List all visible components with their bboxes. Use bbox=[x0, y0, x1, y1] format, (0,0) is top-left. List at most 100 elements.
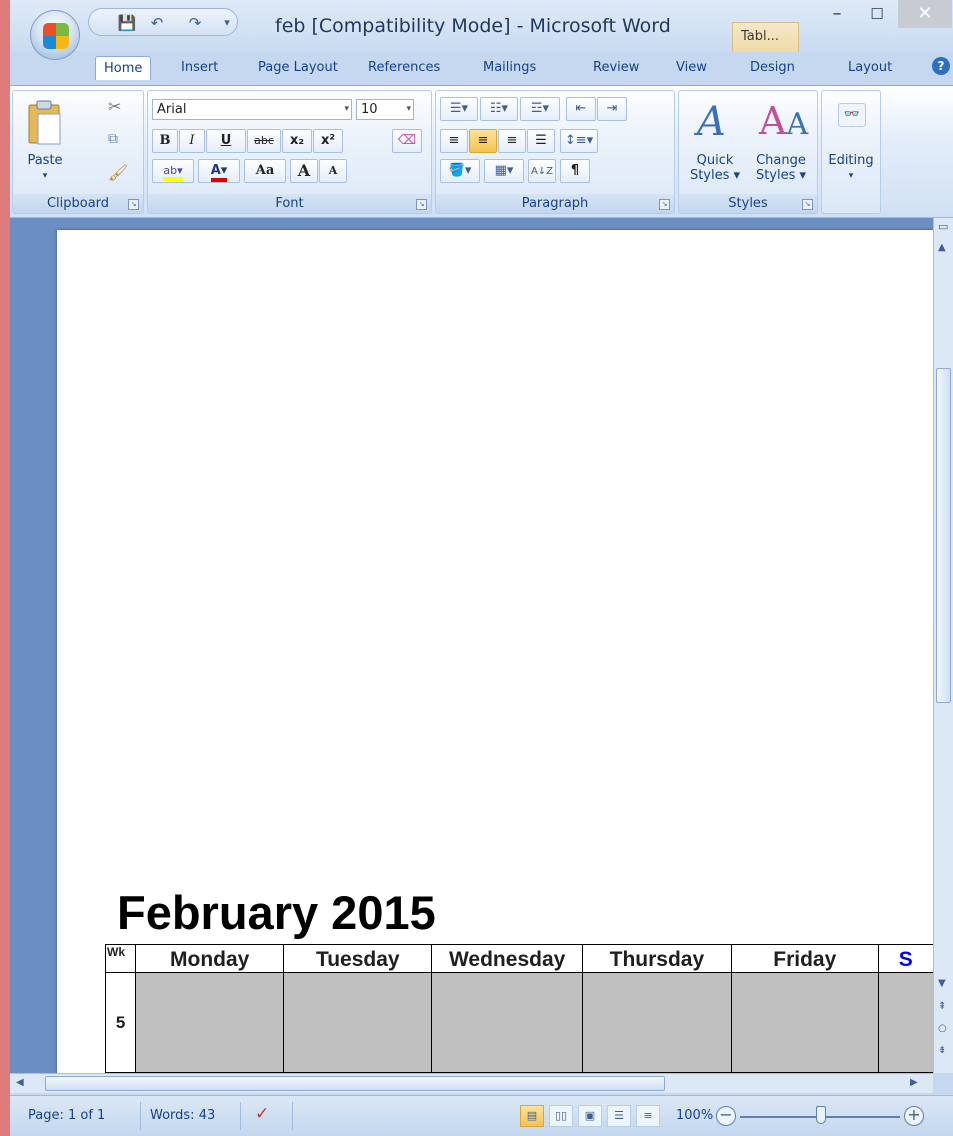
ribbon: Paste ▾ ✂ ⧉ 🖌 Clipboard ↘ Arial ▾ 10 ▾ B I… bbox=[10, 85, 953, 218]
paragraph-launcher-icon[interactable]: ↘ bbox=[659, 199, 670, 210]
underline-button[interactable]: U bbox=[206, 129, 246, 153]
page-count-status[interactable]: Page: 1 of 1 bbox=[28, 1108, 105, 1123]
tab-design[interactable]: Design bbox=[750, 60, 795, 75]
justify-button[interactable]: ☰ bbox=[527, 129, 555, 153]
vertical-scroll-thumb[interactable] bbox=[936, 368, 951, 703]
numbered-list-icon: ☷▾ bbox=[489, 101, 509, 116]
office-button[interactable] bbox=[30, 10, 80, 60]
day-cell[interactable] bbox=[135, 972, 285, 1073]
font-color-button[interactable]: A▾ bbox=[198, 159, 240, 183]
group-styles: A Quick Styles ▾ AA Change Styles ▾ Styl… bbox=[678, 90, 818, 214]
increase-indent-button[interactable]: ⇥ bbox=[597, 97, 627, 121]
context-tab-table-tools[interactable]: Tabl... bbox=[732, 22, 799, 52]
word-count-status[interactable]: Words: 43 bbox=[150, 1108, 215, 1123]
highlight-button[interactable]: ab▾ bbox=[152, 159, 194, 183]
borders-button[interactable]: ▦▾ bbox=[484, 159, 524, 183]
undo-icon[interactable]: ↶ bbox=[147, 13, 167, 33]
horizontal-scroll-thumb[interactable] bbox=[45, 1076, 665, 1091]
day-cell[interactable] bbox=[581, 972, 732, 1073]
paste-button[interactable]: Paste ▾ bbox=[19, 97, 71, 185]
day-cell[interactable] bbox=[877, 972, 933, 1073]
draft-icon[interactable]: ≡ bbox=[636, 1105, 660, 1127]
cut-icon[interactable]: ✂ bbox=[108, 97, 121, 116]
font-family-select[interactable]: Arial ▾ bbox=[152, 99, 352, 120]
close-button[interactable]: ✕ bbox=[898, 0, 952, 28]
web-layout-icon[interactable]: ▣ bbox=[578, 1105, 602, 1127]
bullets-button[interactable]: ☰▾ bbox=[440, 97, 478, 121]
clipboard-launcher-icon[interactable]: ↘ bbox=[128, 199, 139, 210]
maximize-button[interactable]: ☐ bbox=[856, 0, 898, 28]
view-ruler-icon[interactable]: ▭ bbox=[938, 220, 948, 233]
full-screen-reading-icon[interactable]: ▯▯ bbox=[549, 1105, 573, 1127]
next-page-icon[interactable]: ⇟ bbox=[938, 1045, 946, 1056]
tab-mailings[interactable]: Mailings bbox=[483, 60, 536, 75]
minimize-button[interactable]: – bbox=[816, 0, 858, 28]
week-number-cell[interactable]: 5 bbox=[104, 972, 137, 1073]
zoom-level[interactable]: 100% bbox=[676, 1108, 713, 1123]
day-cell[interactable] bbox=[283, 972, 433, 1073]
document-page[interactable]: February 2015 Wk Monday Tuesday Wednesda… bbox=[57, 230, 933, 1073]
horizontal-scrollbar[interactable]: ◀ ▶ bbox=[10, 1073, 933, 1093]
font-size-select[interactable]: 10 ▾ bbox=[356, 99, 414, 120]
day-cell[interactable] bbox=[431, 972, 583, 1073]
multilevel-list-icon: ☲▾ bbox=[530, 101, 550, 116]
tab-page-layout[interactable]: Page Layout bbox=[258, 60, 338, 75]
browse-object-icon[interactable]: ○ bbox=[938, 1023, 947, 1034]
align-right-button[interactable]: ≡ bbox=[498, 129, 526, 153]
decrease-indent-icon: ⇤ bbox=[575, 101, 587, 116]
change-case-button[interactable]: Aa bbox=[244, 159, 286, 183]
redo-icon[interactable]: ↷ bbox=[185, 13, 205, 33]
align-left-button[interactable]: ≡ bbox=[440, 129, 468, 153]
print-layout-icon[interactable]: ▤ bbox=[520, 1105, 544, 1127]
save-icon[interactable]: 💾 bbox=[117, 13, 137, 33]
tab-insert[interactable]: Insert bbox=[181, 60, 218, 75]
header-thursday: Thursday bbox=[581, 944, 732, 973]
subscript-button[interactable]: x₂ bbox=[282, 129, 312, 153]
zoom-slider-thumb[interactable] bbox=[816, 1106, 826, 1124]
show-formatting-button[interactable]: ¶ bbox=[560, 159, 590, 183]
day-cell[interactable] bbox=[730, 972, 879, 1073]
help-icon[interactable]: ? bbox=[932, 57, 950, 75]
strikethrough-button[interactable]: abc bbox=[247, 129, 281, 153]
scroll-left-icon[interactable]: ◀ bbox=[16, 1077, 24, 1088]
status-divider bbox=[240, 1102, 241, 1130]
change-styles-button[interactable]: AA Change Styles ▾ bbox=[749, 95, 813, 191]
line-spacing-button[interactable]: ↕≡▾ bbox=[560, 129, 598, 153]
tab-references[interactable]: References bbox=[368, 60, 440, 75]
calendar-table[interactable]: Wk Monday Tuesday Wednesday Thursday Fri… bbox=[104, 944, 933, 1073]
quick-styles-button[interactable]: A Quick Styles ▾ bbox=[683, 95, 747, 191]
window-title: feb [Compatibility Mode] - Microsoft Wor… bbox=[275, 15, 671, 37]
styles-launcher-icon[interactable]: ↘ bbox=[802, 199, 813, 210]
align-center-button[interactable]: ≡ bbox=[469, 129, 497, 153]
scroll-down-icon[interactable]: ▼ bbox=[938, 978, 946, 989]
numbering-button[interactable]: ☷▾ bbox=[480, 97, 518, 121]
zoom-out-icon[interactable]: − bbox=[716, 1106, 736, 1126]
tab-layout[interactable]: Layout bbox=[848, 60, 892, 75]
sort-button[interactable]: A↓Z bbox=[528, 159, 556, 183]
superscript-button[interactable]: x² bbox=[313, 129, 343, 153]
font-launcher-icon[interactable]: ↘ bbox=[416, 199, 427, 210]
proofing-icon[interactable]: ✓ bbox=[255, 1104, 269, 1124]
format-painter-icon[interactable]: 🖌 bbox=[108, 163, 128, 182]
grow-font-button[interactable]: A bbox=[290, 159, 318, 183]
tab-view[interactable]: View bbox=[676, 60, 707, 75]
outline-icon[interactable]: ☰ bbox=[607, 1105, 631, 1127]
multilevel-list-button[interactable]: ☲▾ bbox=[520, 97, 560, 121]
tab-home[interactable]: Home bbox=[95, 56, 152, 80]
group-clipboard: Paste ▾ ✂ ⧉ 🖌 Clipboard ↘ bbox=[12, 90, 144, 214]
copy-icon[interactable]: ⧉ bbox=[108, 131, 118, 147]
customize-qat-icon[interactable]: ▾ bbox=[217, 13, 237, 33]
clear-formatting-button[interactable]: ⌫ bbox=[392, 129, 422, 153]
shrink-font-button[interactable]: A bbox=[319, 159, 347, 183]
decrease-indent-button[interactable]: ⇤ bbox=[566, 97, 596, 121]
vertical-scrollbar[interactable]: ▭ ▲ ▼ ⇞ ○ ⇟ bbox=[933, 218, 953, 1073]
previous-page-icon[interactable]: ⇞ bbox=[938, 1001, 946, 1012]
bold-button[interactable]: B bbox=[152, 129, 178, 153]
scroll-up-icon[interactable]: ▲ bbox=[938, 242, 946, 253]
shading-button[interactable]: 🪣▾ bbox=[440, 159, 480, 183]
tab-review[interactable]: Review bbox=[593, 60, 639, 75]
zoom-in-icon[interactable]: + bbox=[904, 1106, 924, 1126]
group-editing[interactable]: 👓 Editing ▾ bbox=[821, 90, 881, 214]
scroll-right-icon[interactable]: ▶ bbox=[910, 1077, 918, 1088]
italic-button[interactable]: I bbox=[179, 129, 205, 153]
